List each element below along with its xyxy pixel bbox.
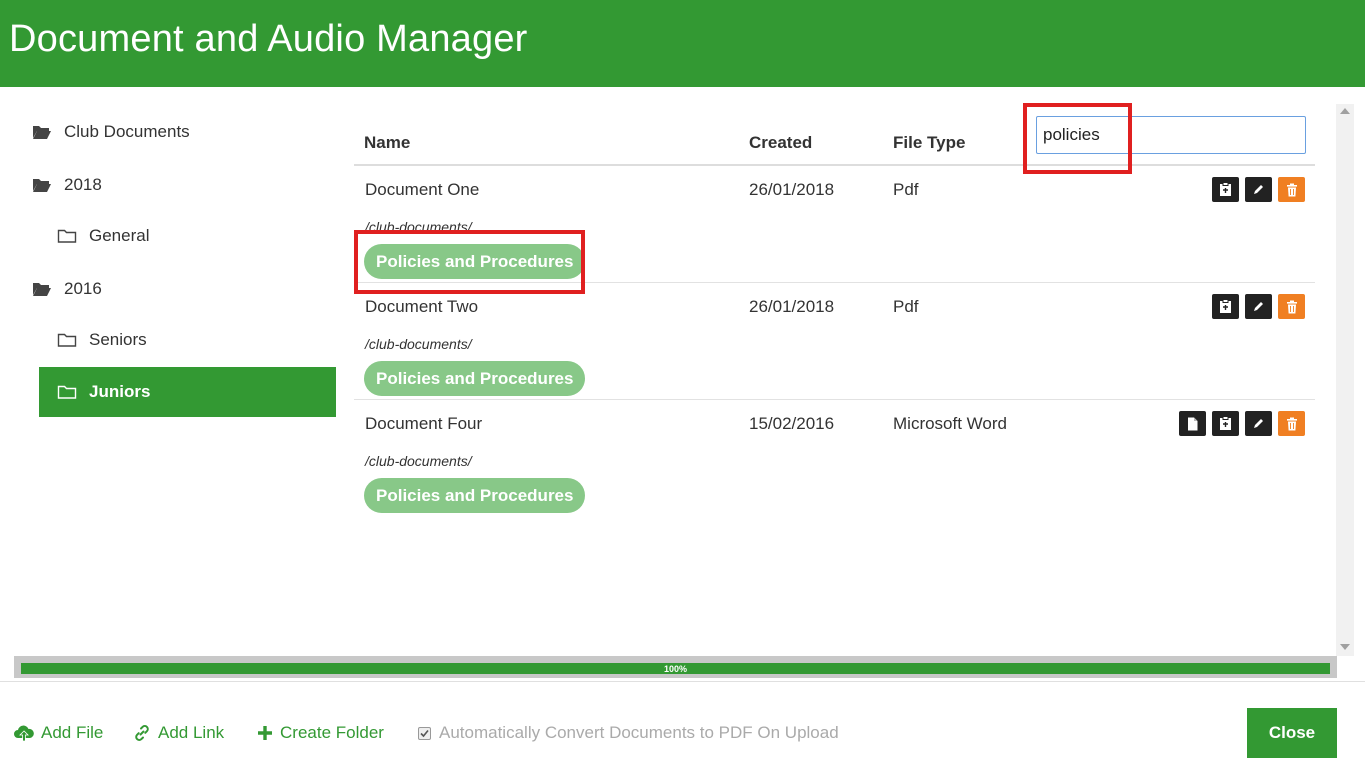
edit-icon: [1254, 419, 1263, 428]
edit-icon: [1254, 302, 1263, 311]
plus-icon: [258, 726, 272, 740]
file-icon: [1188, 417, 1198, 430]
folder-open-icon: [33, 179, 51, 192]
folder-label: 2018: [64, 175, 102, 194]
file-type: Pdf: [893, 297, 919, 316]
table-row: Document One /club-documents/ Policies a…: [354, 166, 1315, 283]
category-tag[interactable]: Policies and Procedures: [364, 361, 586, 396]
folder-label: General: [89, 226, 150, 245]
clipboard-icon: [1220, 416, 1231, 430]
row-actions: [1212, 294, 1305, 319]
document-name[interactable]: Document One: [365, 180, 479, 200]
add-file-label: Add File: [41, 723, 104, 742]
trash-icon: [1286, 300, 1297, 313]
category-tag[interactable]: Policies and Procedures: [364, 244, 586, 279]
folder-club-documents[interactable]: Club Documents: [33, 107, 336, 157]
clipboard-icon: [1220, 182, 1231, 196]
row-actions: [1212, 177, 1305, 202]
folder-juniors[interactable]: Juniors: [39, 367, 336, 417]
column-header-created[interactable]: Created: [749, 133, 812, 153]
edit-button[interactable]: [1245, 294, 1272, 319]
upload-progress: 100%: [14, 656, 1337, 678]
checkmark-icon: [420, 729, 429, 737]
auto-convert-checkbox[interactable]: [418, 726, 431, 740]
column-header-name[interactable]: Name: [364, 133, 410, 153]
progress-label: 100%: [663, 663, 688, 674]
row-actions: [1179, 411, 1305, 436]
document-path: /club-documents/: [365, 453, 472, 469]
clipboard-button[interactable]: [1212, 294, 1239, 319]
convert-pdf-button[interactable]: [1179, 411, 1206, 436]
created-date: 15/02/2016: [749, 414, 835, 433]
document-name[interactable]: Document Four: [365, 414, 482, 434]
auto-convert-label: Automatically Convert Documents to PDF O…: [439, 723, 839, 742]
progress-fill: 100%: [21, 663, 1330, 674]
app-title: Document and Audio Manager: [9, 18, 528, 60]
vertical-scrollbar[interactable]: [1336, 104, 1354, 656]
cloud-upload-icon: [14, 725, 34, 741]
document-name[interactable]: Document Two: [365, 297, 478, 317]
folder-icon: [57, 385, 77, 399]
close-button[interactable]: Close: [1247, 708, 1337, 758]
create-folder-label: Create Folder: [280, 723, 384, 742]
add-link-label: Add Link: [158, 723, 225, 742]
folder-label: Juniors: [89, 382, 151, 401]
clipboard-icon: [1220, 299, 1231, 313]
scroll-down-arrow-icon[interactable]: [1340, 644, 1350, 650]
folder-label: 2016: [64, 279, 102, 298]
folder-open-icon: [33, 283, 51, 296]
add-link-button[interactable]: Add Link: [133, 723, 224, 743]
clipboard-button[interactable]: [1212, 177, 1239, 202]
table-row: Document Four /club-documents/ Policies …: [354, 400, 1315, 517]
folder-tree: Club Documents 2018 General 2016 Seniors…: [0, 87, 345, 657]
scroll-up-arrow-icon[interactable]: [1340, 108, 1350, 114]
folder-general[interactable]: General: [39, 211, 336, 261]
folder-2016[interactable]: 2016: [33, 264, 336, 314]
folder-icon: [57, 229, 77, 243]
app-header: Document and Audio Manager: [0, 0, 1365, 87]
edit-button[interactable]: [1245, 177, 1272, 202]
edit-button[interactable]: [1245, 411, 1272, 436]
edit-icon: [1254, 185, 1263, 194]
document-path: /club-documents/: [365, 336, 472, 352]
add-file-button[interactable]: Add File: [14, 723, 103, 743]
folder-open-icon: [33, 126, 51, 139]
create-folder-button[interactable]: Create Folder: [257, 723, 384, 743]
trash-icon: [1286, 417, 1297, 430]
delete-button[interactable]: [1278, 294, 1305, 319]
file-type: Pdf: [893, 180, 919, 199]
created-date: 26/01/2018: [749, 297, 835, 316]
column-header-file-type[interactable]: File Type: [893, 133, 965, 153]
delete-button[interactable]: [1278, 177, 1305, 202]
folder-seniors[interactable]: Seniors: [39, 315, 336, 365]
category-tag[interactable]: Policies and Procedures: [364, 478, 586, 513]
document-path: /club-documents/: [365, 219, 472, 235]
trash-icon: [1286, 183, 1297, 196]
file-type: Microsoft Word: [893, 414, 1007, 433]
created-date: 26/01/2018: [749, 180, 835, 199]
folder-label: Seniors: [89, 330, 147, 349]
clipboard-button[interactable]: [1212, 411, 1239, 436]
table-row: Document Two /club-documents/ Policies a…: [354, 283, 1315, 400]
link-icon: [135, 725, 149, 741]
delete-button[interactable]: [1278, 411, 1305, 436]
auto-convert-option: Automatically Convert Documents to PDF O…: [418, 723, 839, 743]
folder-label: Club Documents: [64, 122, 190, 141]
footer-divider: [0, 681, 1365, 682]
document-table: Name Created File Type Document One /clu…: [354, 104, 1315, 656]
folder-icon: [57, 333, 77, 347]
folder-2018[interactable]: 2018: [33, 160, 336, 210]
search-input[interactable]: [1036, 116, 1306, 154]
